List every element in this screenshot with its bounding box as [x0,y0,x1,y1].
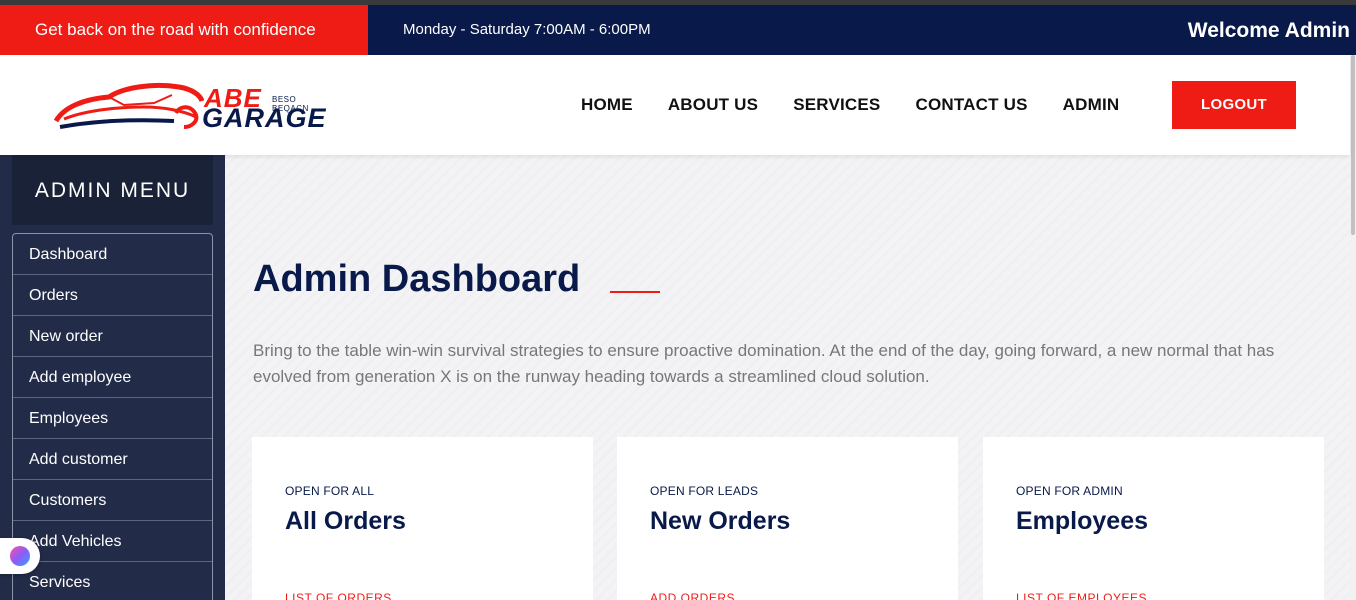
top-info-bar: Get back on the road with confidence Mon… [0,5,1356,55]
card-link[interactable]: ADD ORDERS [650,591,735,600]
card-all-orders[interactable]: OPEN FOR ALL All Orders LIST OF ORDERS [252,437,593,600]
sidebar-item-customers[interactable]: Customers [13,480,212,521]
welcome-message: Welcome Admin [1187,19,1350,42]
card-eyebrow: OPEN FOR ALL [285,484,375,498]
sidebar-item-add-vehicles[interactable]: Add Vehicles [13,521,212,562]
sidebar-item-add-employee[interactable]: Add employee [13,357,212,398]
nav-services[interactable]: SERVICES [793,95,880,115]
sidebar-item-orders[interactable]: Orders [13,275,212,316]
brain-icon [10,546,30,566]
card-new-orders[interactable]: OPEN FOR LEADS New Orders ADD ORDERS [617,437,958,600]
scrollbar-thumb[interactable] [1351,55,1355,235]
nav-contact-us[interactable]: CONTACT US [915,95,1027,115]
sidebar-item-add-customer[interactable]: Add customer [13,439,212,480]
business-hours: Monday - Saturday 7:00AM - 6:00PM [403,21,651,38]
page-scrollbar[interactable] [1350,55,1356,600]
page-title: Admin Dashboard [253,258,581,300]
card-eyebrow: OPEN FOR ADMIN [1016,484,1123,498]
card-link[interactable]: LIST OF ORDERS [285,591,392,600]
abe-garage-logo[interactable]: ABE BESO BEQACN GARAGE [54,77,329,133]
sidebar-item-services[interactable]: Services [13,562,212,600]
logout-button[interactable]: LOGOUT [1172,81,1296,129]
logo-garage-text: GARAGE [202,103,327,133]
admin-menu-title: ADMIN MENU [12,155,213,225]
assistant-extension-button[interactable] [0,538,40,574]
sidebar-item-dashboard[interactable]: Dashboard [13,234,212,275]
nav-about-us[interactable]: ABOUT US [668,95,758,115]
nav-home[interactable]: HOME [581,95,633,115]
card-employees[interactable]: OPEN FOR ADMIN Employees LIST OF EMPLOYE… [983,437,1324,600]
sidebar-item-new-order[interactable]: New order [13,316,212,357]
promo-text: Get back on the road with confidence [0,5,368,55]
card-title: All Orders [285,507,406,535]
card-title: Employees [1016,507,1149,535]
intro-text: Bring to the table win-win survival stra… [253,341,1275,386]
dashboard-cards: OPEN FOR ALL All Orders LIST OF ORDERS O… [252,437,1324,600]
main-nav: HOME ABOUT US SERVICES CONTACT US ADMIN [581,55,1154,155]
sidebar-item-employees[interactable]: Employees [13,398,212,439]
admin-sidebar: ADMIN MENU Dashboard Orders New order Ad… [0,155,225,600]
nav-admin[interactable]: ADMIN [1063,95,1120,115]
card-eyebrow: OPEN FOR LEADS [650,484,759,498]
card-link[interactable]: LIST OF EMPLOYEES [1016,591,1147,600]
title-underline [610,291,660,293]
card-title: New Orders [650,507,791,535]
car-logo-icon [54,82,204,129]
main-content: Admin Dashboard Bring to the table win-w… [225,155,1350,600]
admin-menu-list: Dashboard Orders New order Add employee … [12,233,213,600]
site-header: ABE BESO BEQACN GARAGE HOME ABOUT US SER… [0,55,1350,155]
